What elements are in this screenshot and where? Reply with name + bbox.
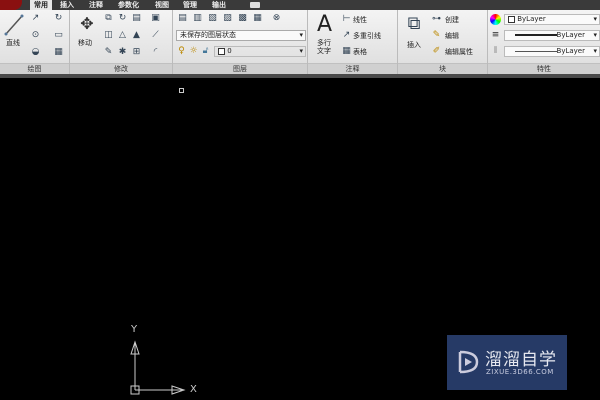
properties-panel-label[interactable]: 特性 bbox=[488, 63, 600, 74]
layer-isolate-icon[interactable]: ▧ bbox=[207, 13, 218, 24]
polyline-icon[interactable]: ↗ bbox=[30, 13, 41, 24]
layer-dropdown[interactable]: 0 bbox=[214, 46, 306, 57]
rotate-icon[interactable]: ↻ bbox=[53, 13, 64, 24]
lock-icon[interactable]: 🔓︎ bbox=[200, 46, 211, 57]
edit-block-icon[interactable]: ✎ bbox=[431, 30, 442, 41]
draw-panel-label[interactable]: 绘图 bbox=[0, 63, 69, 74]
color-value: ByLayer bbox=[517, 15, 546, 23]
crosshair-cursor bbox=[179, 88, 184, 93]
minimize-ribbon-button[interactable] bbox=[250, 2, 260, 8]
block-panel: ⧉ 插入 ⊶ 创建 ✎ 编辑 ✐ 编辑属性 块 bbox=[398, 10, 488, 74]
edit-attribute-icon[interactable]: ✐ bbox=[431, 46, 442, 57]
layer-panel: ▤ ▥ ▧ ▨ ▩ ▦ ⊗ 未保存的图层状态 ♀ ☼ 🔓︎ 0 图层 bbox=[173, 10, 308, 74]
multileader-button[interactable]: 多重引线 bbox=[353, 31, 381, 41]
watermark-name: 溜溜自学 bbox=[485, 350, 557, 370]
table-icon[interactable]: ▦ bbox=[341, 46, 352, 57]
modify-panel-label[interactable]: 修改 bbox=[70, 63, 172, 74]
layer-match-icon[interactable]: ▥ bbox=[192, 13, 203, 24]
tab-view[interactable]: 视图 bbox=[155, 0, 169, 10]
tab-output[interactable]: 输出 bbox=[212, 0, 226, 10]
hatch-icon[interactable]: ▦ bbox=[53, 47, 64, 58]
layer-name: 0 bbox=[227, 47, 232, 55]
move-icon[interactable]: ✥ bbox=[79, 16, 95, 32]
extend-icon[interactable]: ⟋ bbox=[150, 30, 161, 41]
lineweight-value: ByLayer bbox=[556, 31, 585, 39]
linetype-value: ByLayer bbox=[556, 47, 585, 55]
fillet-icon[interactable]: △ bbox=[117, 30, 128, 41]
array-icon[interactable]: ▣ bbox=[150, 13, 161, 24]
watermark-url: ZIXUE.3D66.COM bbox=[486, 368, 554, 376]
ucs-x-label: X bbox=[190, 384, 197, 395]
tab-insert[interactable]: 插入 bbox=[60, 0, 74, 10]
watermark: 溜溜自学 ZIXUE.3D66.COM bbox=[447, 335, 567, 390]
create-block-button[interactable]: 创建 bbox=[445, 15, 459, 25]
color-dropdown[interactable]: ByLayer bbox=[504, 14, 600, 25]
draw-panel: 直线 ↗ ⊙ ◒ ↻ ▭ ▦ 绘图 bbox=[0, 10, 70, 74]
layer-panel-label[interactable]: 图层 bbox=[173, 63, 307, 74]
layer-freeze-icon[interactable]: ▨ bbox=[222, 13, 233, 24]
annotation-panel-label[interactable]: 注释 bbox=[308, 63, 397, 74]
annotation-panel: A 多行文字 ⊢ 线性 ↗ 多重引线 ▦ 表格 注释 bbox=[308, 10, 398, 74]
edit-attribute-button[interactable]: 编辑属性 bbox=[445, 47, 473, 57]
offset-icon[interactable]: ⊞ bbox=[131, 47, 142, 58]
layer-lock-icon[interactable]: ▦ bbox=[252, 13, 263, 24]
linetype-icon[interactable]: ⦀ bbox=[490, 46, 501, 57]
block-panel-label[interactable]: 块 bbox=[398, 63, 487, 74]
tab-manage[interactable]: 管理 bbox=[183, 0, 197, 10]
table-button[interactable]: 表格 bbox=[353, 47, 367, 57]
circle-icon[interactable]: ⊙ bbox=[30, 30, 41, 41]
rotate-icon[interactable]: ↻ bbox=[117, 13, 128, 24]
insert-block-icon[interactable]: ⧉ bbox=[404, 14, 424, 34]
layer-color-swatch bbox=[218, 47, 225, 55]
layer-off-icon[interactable]: ▩ bbox=[237, 13, 248, 24]
mtext-icon[interactable]: A bbox=[317, 12, 332, 37]
multileader-icon[interactable]: ↗ bbox=[341, 30, 352, 41]
insert-button[interactable]: 插入 bbox=[407, 40, 421, 50]
copy-icon[interactable]: ⧉ bbox=[103, 13, 114, 24]
explode-icon[interactable]: ✱ bbox=[117, 47, 128, 58]
properties-panel: ByLayer ≡ ByLayer ⦀ ByLayer 特性 bbox=[488, 10, 600, 74]
layer-state-dropdown[interactable]: 未保存的图层状态 bbox=[176, 30, 306, 41]
layer-properties-icon[interactable]: ▤ bbox=[177, 13, 188, 24]
mirror-icon[interactable]: ◫ bbox=[103, 30, 114, 41]
play-logo-icon bbox=[458, 350, 479, 374]
linear-button[interactable]: 线性 bbox=[353, 15, 367, 25]
line-sample bbox=[514, 50, 557, 52]
linetype-dropdown[interactable]: ByLayer bbox=[504, 46, 600, 57]
color-swatch bbox=[508, 15, 515, 23]
ribbon: 直线 ↗ ⊙ ◒ ↻ ▭ ▦ 绘图 ✥ 移动 ⧉ ↻ ▤ ▣ ◫ △ ▲ ⟋ ✎… bbox=[0, 10, 600, 74]
chamfer-icon[interactable]: ◜ bbox=[150, 47, 161, 58]
linear-dimension-icon[interactable]: ⊢ bbox=[341, 14, 352, 25]
arc-icon[interactable]: ◒ bbox=[30, 47, 41, 58]
mtext-button[interactable]: 多行文字 bbox=[317, 39, 333, 55]
scale-icon[interactable]: ▲ bbox=[131, 30, 142, 41]
lineweight-dropdown[interactable]: ByLayer bbox=[504, 30, 600, 41]
trim-icon[interactable]: ▤ bbox=[131, 13, 142, 24]
line-sample bbox=[514, 34, 557, 36]
ribbon-tab-bar: 常用 插入 注释 参数化 视图 管理 输出 bbox=[0, 0, 600, 10]
erase-icon[interactable]: ✎ bbox=[103, 47, 114, 58]
tab-parametric[interactable]: 参数化 bbox=[118, 0, 139, 10]
line-icon[interactable] bbox=[4, 14, 24, 36]
edit-block-button[interactable]: 编辑 bbox=[445, 31, 459, 41]
move-button[interactable]: 移动 bbox=[78, 38, 92, 48]
bulb-icon[interactable]: ♀ bbox=[176, 46, 187, 57]
sun-icon[interactable]: ☼ bbox=[188, 46, 199, 57]
rectangle-icon[interactable]: ▭ bbox=[53, 30, 64, 41]
tab-home[interactable]: 常用 bbox=[30, 0, 52, 10]
lineweight-icon[interactable]: ≡ bbox=[490, 30, 501, 41]
line-button[interactable]: 直线 bbox=[6, 38, 20, 48]
layer-walk-icon[interactable]: ⊗ bbox=[271, 13, 282, 24]
color-wheel-icon[interactable] bbox=[490, 14, 501, 25]
application-menu-button[interactable] bbox=[0, 0, 22, 10]
create-block-icon[interactable]: ⊶ bbox=[431, 14, 442, 25]
tab-annotate[interactable]: 注释 bbox=[89, 0, 103, 10]
modify-panel: ✥ 移动 ⧉ ↻ ▤ ▣ ◫ △ ▲ ⟋ ✎ ✱ ⊞ ◜ 修改 bbox=[70, 10, 173, 74]
ucs-y-label: Y bbox=[131, 324, 138, 335]
